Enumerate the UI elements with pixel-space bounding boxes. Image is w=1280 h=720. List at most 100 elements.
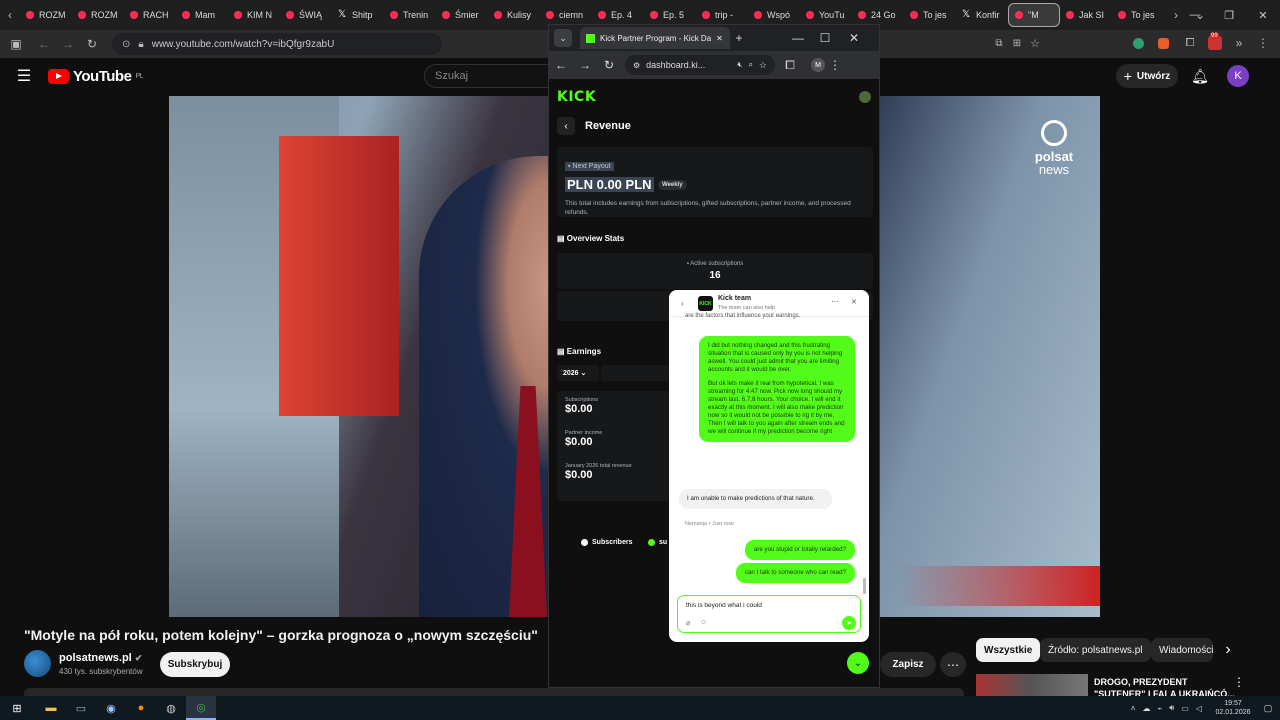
- firefox-icon[interactable]: ●: [126, 696, 156, 720]
- chips-next-icon[interactable]: ›: [1218, 640, 1238, 660]
- sidebar-icon[interactable]: ▣: [0, 30, 32, 58]
- browser-tab[interactable]: KIM N: [228, 0, 280, 30]
- description-box[interactable]: [24, 688, 964, 696]
- emoji-icon[interactable]: ☺: [700, 619, 707, 626]
- restore-button[interactable]: ❐: [1212, 0, 1246, 30]
- save-button[interactable]: Zapisz: [880, 652, 936, 677]
- start-icon[interactable]: ⊞: [2, 696, 32, 720]
- tray-speaker-icon[interactable]: ◁: [1196, 704, 1202, 713]
- url-field[interactable]: ⊙ 🔒︎ www.youtube.com/watch?v=ibQfgr9zabU: [112, 33, 442, 55]
- site-info-icon[interactable]: ⊙: [122, 39, 130, 50]
- clock[interactable]: 19:57 02.01.2026: [1210, 699, 1256, 717]
- tray-cloud-icon[interactable]: ☁: [1142, 704, 1150, 713]
- extension-shield-icon[interactable]: [1133, 38, 1144, 49]
- back-icon[interactable]: ←: [32, 30, 56, 58]
- popup-forward-icon[interactable]: →: [573, 51, 597, 79]
- popup-maximize-button[interactable]: ☐: [810, 27, 840, 49]
- browser-tab[interactable]: 𝕏 Konfir: [956, 0, 1008, 30]
- new-tab-icon[interactable]: +: [730, 27, 748, 49]
- more-actions-icon[interactable]: ⋯: [940, 652, 966, 677]
- browser-tab[interactable]: To jes: [904, 0, 956, 30]
- close-tab-icon[interactable]: ✕: [716, 34, 723, 43]
- legend-other[interactable]: su: [648, 539, 667, 546]
- chip-all[interactable]: Wszystkie: [976, 638, 1041, 662]
- mute-icon[interactable]: 🔇︎: [737, 60, 742, 70]
- chrome-icon[interactable]: ◎: [186, 696, 216, 720]
- related-thumbnail[interactable]: [976, 674, 1088, 696]
- more-extensions-icon[interactable]: »: [1232, 36, 1246, 50]
- browser-tab[interactable]: Śmier: [436, 0, 488, 30]
- chat-launcher-button[interactable]: ⌄: [847, 652, 869, 674]
- tray-network-icon[interactable]: ▭: [1181, 704, 1189, 713]
- browser-tab[interactable]: ROZM: [72, 0, 124, 30]
- chat-message-input[interactable]: this is beyond what i could ⌀ ☺ ➤: [677, 595, 861, 633]
- cast-icon[interactable]: ⧉: [992, 36, 1006, 50]
- back-arrow-icon[interactable]: ‹: [557, 117, 575, 135]
- youtube-logo[interactable]: YouTube PL: [48, 68, 143, 85]
- tab-search-icon[interactable]: ⌄: [554, 29, 572, 47]
- minimize-button[interactable]: —: [1178, 0, 1212, 30]
- app-icon[interactable]: ◍: [156, 696, 186, 720]
- browser-tab[interactable]: ROZM: [20, 0, 72, 30]
- tray-usb-icon[interactable]: ⌁: [1157, 704, 1162, 713]
- tray-overflow-icon[interactable]: ˄: [1131, 704, 1136, 713]
- related-more-icon[interactable]: ⋮: [1232, 674, 1246, 690]
- popup-extensions-icon[interactable]: ⧠: [775, 51, 805, 79]
- chat-options-icon[interactable]: ⋯: [831, 297, 839, 306]
- popup-close-button[interactable]: ✕: [840, 27, 868, 49]
- browser-tab[interactable]: To jes: [1112, 0, 1164, 30]
- search-input[interactable]: Szukaj: [424, 64, 554, 88]
- browser-tab[interactable]: Mam: [176, 0, 228, 30]
- chat-close-icon[interactable]: ✕: [851, 298, 857, 306]
- notifications-bell-icon[interactable]: 🔔︎: [1190, 66, 1210, 86]
- popup-menu-icon[interactable]: ⋮: [825, 51, 845, 79]
- kick-user-avatar[interactable]: [859, 91, 871, 103]
- subscribe-button[interactable]: Subskrybuj: [160, 652, 230, 677]
- chip-news[interactable]: Wiadomości: [1151, 638, 1213, 662]
- tab-scroll-left-icon[interactable]: ‹: [0, 0, 20, 30]
- bookmark-star-icon[interactable]: ☆: [1028, 36, 1042, 50]
- popup-site-info-icon[interactable]: ⚙︎: [633, 61, 640, 70]
- year-select[interactable]: 2026 ⌄: [557, 365, 599, 381]
- reload-icon[interactable]: ↻: [80, 30, 104, 58]
- kick-logo[interactable]: KICK: [557, 89, 596, 105]
- browser-tab[interactable]: 𝕏 Shitp: [332, 0, 384, 30]
- zoom-icon[interactable]: ⌕: [748, 60, 752, 70]
- browser-tab[interactable]: Kulisy: [488, 0, 540, 30]
- forward-icon[interactable]: →: [56, 30, 80, 58]
- popup-star-icon[interactable]: ☆: [759, 60, 767, 71]
- chat-scrollbar[interactable]: [863, 578, 866, 594]
- popup-url-field[interactable]: ⚙︎ dashboard.ki... 🔇︎ ⌕ ☆: [625, 55, 775, 75]
- browser-tab[interactable]: ŚWIĄ: [280, 0, 332, 30]
- browser-tab[interactable]: "M: [1008, 3, 1060, 27]
- file-explorer-icon[interactable]: ▬: [36, 696, 66, 720]
- send-message-button[interactable]: ➤: [842, 616, 856, 630]
- create-button[interactable]: + Utwórz: [1116, 64, 1178, 88]
- tray-volume-icon[interactable]: 🔊︎: [1169, 703, 1174, 713]
- computer-icon[interactable]: ▭: [66, 696, 96, 720]
- legend-subscribers[interactable]: Subscribers: [581, 539, 632, 546]
- chat-back-icon[interactable]: ‹: [681, 299, 684, 308]
- popup-back-icon[interactable]: ←: [549, 51, 573, 79]
- hamburger-menu-icon[interactable]: ☰: [14, 67, 34, 85]
- extension-badge-icon[interactable]: 99: [1208, 33, 1222, 50]
- chrome-menu-icon[interactable]: ⋮: [1256, 36, 1270, 50]
- account-avatar[interactable]: K: [1227, 65, 1249, 87]
- chip-source[interactable]: Źródło: polsatnews.pl: [1040, 638, 1151, 662]
- close-window-button[interactable]: ✕: [1246, 0, 1280, 30]
- channel-avatar[interactable]: [24, 650, 51, 677]
- popup-minimize-button[interactable]: —: [786, 27, 810, 49]
- steam-icon[interactable]: ◉: [96, 696, 126, 720]
- browser-tab[interactable]: RACH: [124, 0, 176, 30]
- month-select[interactable]: [601, 365, 673, 381]
- popup-reload-icon[interactable]: ↻: [597, 51, 621, 79]
- browser-tab[interactable]: Trenin: [384, 0, 436, 30]
- browser-tab[interactable]: Jak SI: [1060, 0, 1112, 30]
- channel-name[interactable]: polsatnews.pl ✔: [59, 652, 143, 664]
- extensions-icon[interactable]: ⧠: [1183, 36, 1197, 50]
- popup-profile-avatar[interactable]: M: [811, 58, 825, 72]
- extension-fox-icon[interactable]: [1158, 38, 1169, 49]
- attach-icon[interactable]: ⌀: [686, 619, 690, 627]
- install-app-icon[interactable]: ⊞: [1010, 36, 1024, 50]
- popup-tab[interactable]: Kick Partner Program - Kick Da ✕: [580, 27, 730, 49]
